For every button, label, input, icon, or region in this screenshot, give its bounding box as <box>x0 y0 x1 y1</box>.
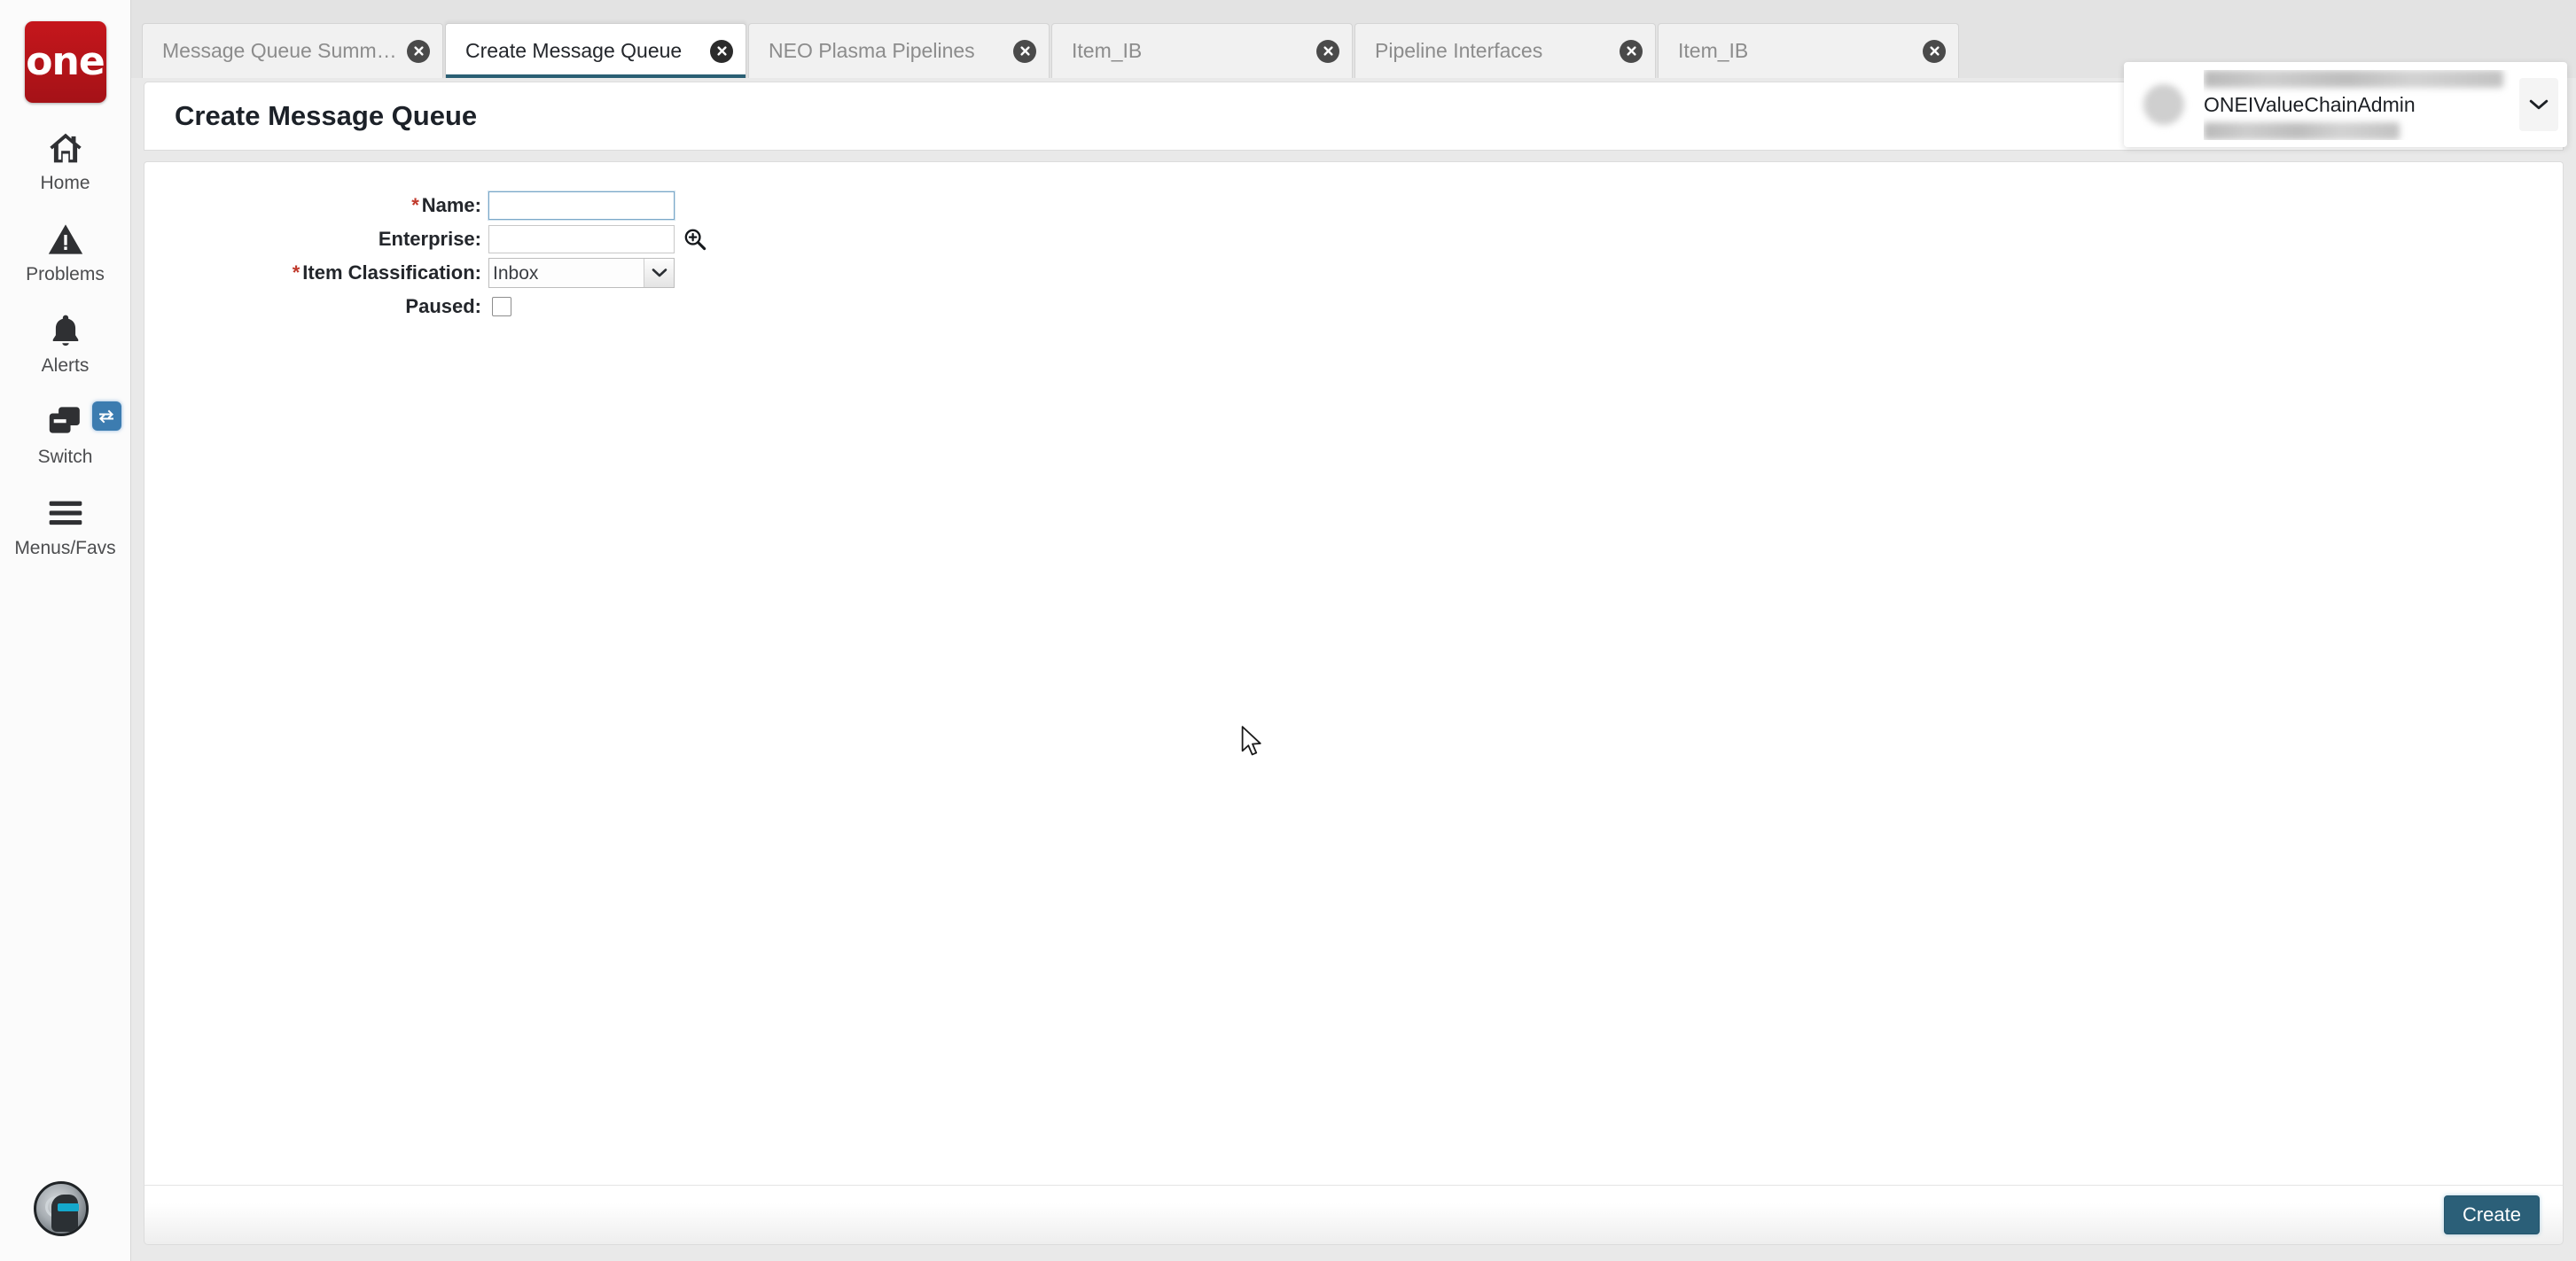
form-panel: * Name: Enterprise: * Item Classificatio… <box>144 161 2564 1185</box>
tab-message-queue-summary[interactable]: Message Queue Summary <box>142 23 443 78</box>
close-circle-icon[interactable] <box>710 39 733 63</box>
tab-item-ib-2[interactable]: Item_IB <box>1658 23 1959 78</box>
tab-item-ib-1[interactable]: Item_IB <box>1051 23 1353 78</box>
app-root: one Home Problems Alerts Switch Menus/Fa… <box>0 0 2576 1261</box>
item-classification-select[interactable]: Inbox <box>488 258 675 288</box>
sidebar-item-alerts[interactable]: Alerts <box>0 285 131 377</box>
avatar <box>2143 84 2184 125</box>
close-circle-icon[interactable] <box>1923 39 1946 63</box>
tab-label: Create Message Queue <box>465 39 683 62</box>
page-title: Create Message Queue <box>175 100 478 131</box>
bell-icon <box>41 308 90 353</box>
search-plus-icon[interactable] <box>682 226 708 253</box>
required-indicator: * <box>411 194 419 216</box>
tab-create-message-queue[interactable]: Create Message Queue <box>445 23 746 78</box>
user-menu[interactable]: ONEIValueChainAdmin <box>2124 62 2567 147</box>
orb-visor <box>58 1203 79 1211</box>
sidebar-item-menus-favs[interactable]: Menus/Favs <box>0 468 131 559</box>
left-sidebar: one Home Problems Alerts Switch Menus/Fa… <box>0 0 131 1261</box>
mouse-cursor <box>1241 726 1264 762</box>
sidebar-item-label: Problems <box>26 264 105 284</box>
name-input[interactable] <box>488 191 675 220</box>
form-row-enterprise: Enterprise: <box>144 222 2563 256</box>
item-classification-label: * Item Classification: <box>144 261 488 284</box>
tab-label: Message Queue Summary <box>162 39 400 62</box>
form-row-paused: Paused: <box>144 290 2563 323</box>
sidebar-item-problems[interactable]: Problems <box>0 194 131 285</box>
user-text-block: ONEIValueChainAdmin <box>2204 69 2519 140</box>
create-button[interactable]: Create <box>2443 1195 2540 1234</box>
paused-checkbox[interactable] <box>492 297 511 316</box>
tab-label: Pipeline Interfaces <box>1375 39 1543 62</box>
swap-arrows-icon[interactable] <box>91 401 121 431</box>
form-footer: Create <box>144 1185 2564 1245</box>
tab-pipeline-interfaces[interactable]: Pipeline Interfaces <box>1354 23 1656 78</box>
item-classification-label-text: Item Classification: <box>302 261 481 284</box>
item-classification-select-wrap: Inbox <box>488 258 675 288</box>
create-message-queue-form: * Name: Enterprise: * Item Classificatio… <box>144 162 2563 323</box>
close-circle-icon[interactable] <box>1013 39 1036 63</box>
tab-label: Item_IB <box>1678 39 1749 62</box>
required-indicator: * <box>292 261 301 284</box>
form-row-item-classification: * Item Classification: Inbox <box>144 256 2563 290</box>
name-label-text: Name: <box>421 194 481 216</box>
chevron-down-icon[interactable] <box>2519 78 2558 131</box>
user-redacted-line-bottom <box>2204 121 2400 140</box>
home-icon <box>41 126 90 170</box>
tab-label: Item_IB <box>1072 39 1143 62</box>
hamburger-icon <box>41 491 90 535</box>
close-circle-icon[interactable] <box>407 39 430 63</box>
enterprise-label: Enterprise: <box>378 228 481 250</box>
sidebar-item-label: Switch <box>37 447 93 467</box>
sidebar-item-home[interactable]: Home <box>0 103 131 194</box>
user-name: ONEIValueChainAdmin <box>2204 92 2416 116</box>
tab-label: NEO Plasma Pipelines <box>769 39 975 62</box>
orb-head <box>51 1195 78 1232</box>
close-circle-icon[interactable] <box>1316 39 1339 63</box>
main-area: Message Queue Summary Create Message Que… <box>131 0 2576 1261</box>
form-row-name: * Name: <box>144 189 2563 222</box>
tab-neo-plasma-pipelines[interactable]: NEO Plasma Pipelines <box>748 23 1050 78</box>
enterprise-input[interactable] <box>488 225 675 253</box>
neo-assistant-orb-icon[interactable] <box>34 1181 89 1236</box>
brand-logo[interactable]: one <box>24 21 106 103</box>
user-redacted-line-top <box>2204 69 2504 88</box>
close-circle-icon[interactable] <box>1620 39 1643 63</box>
sidebar-item-switch[interactable]: Switch <box>0 377 131 468</box>
warning-triangle-icon <box>41 217 90 261</box>
brand-logo-text: one <box>26 39 105 84</box>
sidebar-item-label: Alerts <box>41 355 90 376</box>
windows-stack-icon <box>41 400 90 444</box>
sidebar-item-label: Home <box>40 173 90 193</box>
sidebar-item-label: Menus/Favs <box>14 538 116 558</box>
name-label: * Name: <box>144 194 488 217</box>
paused-label: Paused: <box>405 295 481 317</box>
